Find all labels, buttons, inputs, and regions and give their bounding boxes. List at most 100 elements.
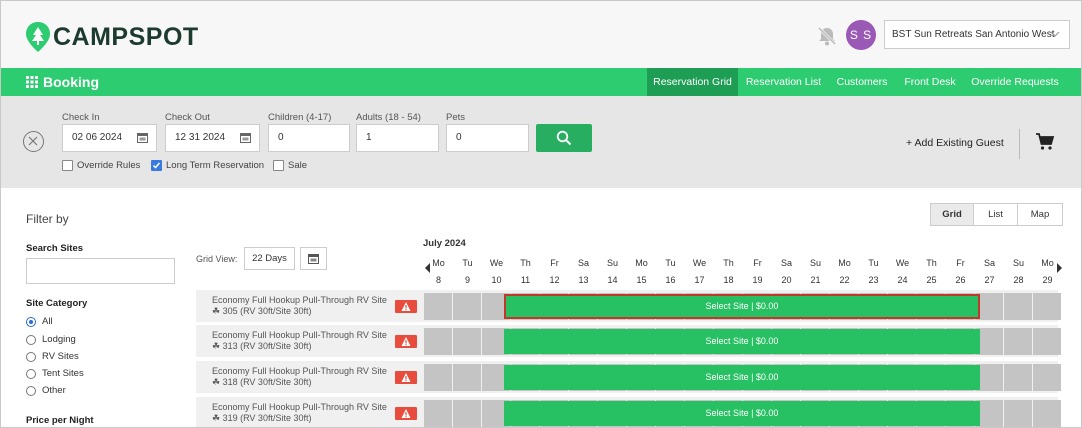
sale-box[interactable] bbox=[273, 160, 284, 171]
booking-navbar: Booking Reservation Grid Reservation Lis… bbox=[1, 68, 1081, 96]
grid-cell[interactable] bbox=[424, 293, 452, 320]
radio-button[interactable] bbox=[26, 316, 36, 327]
grid-cell[interactable] bbox=[1004, 364, 1032, 391]
long-term-reservation-box[interactable] bbox=[151, 160, 162, 171]
override-rules-checkbox[interactable]: Override Rules bbox=[62, 160, 140, 171]
category-all-radio[interactable]: All bbox=[26, 316, 53, 327]
grid-cell[interactable] bbox=[1033, 400, 1061, 427]
grid-cell[interactable] bbox=[453, 293, 481, 320]
select-site-bar[interactable]: Select Site | $0.00 bbox=[504, 294, 980, 319]
tab-override-requests[interactable]: Override Requests bbox=[967, 68, 1063, 96]
radio-button[interactable] bbox=[26, 334, 36, 345]
warning-icon[interactable] bbox=[395, 371, 417, 384]
day-number: 20 bbox=[781, 275, 792, 285]
grid-cell[interactable] bbox=[1004, 328, 1032, 355]
sale-checkbox[interactable]: Sale bbox=[273, 160, 307, 171]
day-name: We bbox=[895, 258, 910, 268]
grid-cell[interactable] bbox=[424, 364, 452, 391]
site-info[interactable]: ☘ 319 (RV 30ft/Site 30ft) bbox=[212, 413, 311, 424]
grid-cell[interactable] bbox=[424, 328, 452, 355]
day-number: 23 bbox=[868, 275, 879, 285]
category-tent-sites-radio[interactable]: Tent Sites bbox=[26, 368, 84, 379]
radio-button[interactable] bbox=[26, 351, 36, 362]
radio-button[interactable] bbox=[26, 368, 36, 379]
calendar-icon bbox=[240, 133, 251, 143]
grid-cell[interactable] bbox=[1004, 400, 1032, 427]
day-number: 19 bbox=[752, 275, 763, 285]
select-site-bar[interactable]: Select Site | $0.00 bbox=[504, 329, 980, 354]
search-sites-label: Search Sites bbox=[26, 243, 84, 254]
site-info[interactable]: ☘ 318 (RV 30ft/Site 30ft) bbox=[212, 377, 311, 388]
grid-cell[interactable] bbox=[424, 400, 452, 427]
grid-cell[interactable] bbox=[1033, 328, 1061, 355]
check-in-field[interactable]: 02 06 2024 bbox=[62, 124, 157, 152]
category-rv-sites-radio[interactable]: RV Sites bbox=[26, 351, 79, 362]
grid-cell[interactable] bbox=[1004, 293, 1032, 320]
warning-icon[interactable] bbox=[395, 300, 417, 313]
day-number: 21 bbox=[810, 275, 821, 285]
grid-cell[interactable] bbox=[453, 364, 481, 391]
day-name: Su bbox=[1012, 258, 1024, 268]
long-term-reservation-checkbox[interactable]: Long Term Reservation bbox=[151, 160, 264, 171]
grid-cell[interactable] bbox=[1033, 293, 1061, 320]
grid-view-label: Grid View: bbox=[196, 254, 238, 264]
select-site-bar[interactable]: Select Site | $0.00 bbox=[504, 401, 980, 426]
adults-field[interactable]: 1 bbox=[356, 124, 439, 152]
user-avatar[interactable]: S S bbox=[846, 20, 876, 50]
pets-field[interactable]: 0 bbox=[446, 124, 529, 152]
tab-reservation-list[interactable]: Reservation List bbox=[742, 68, 825, 96]
sale-label: Sale bbox=[288, 160, 308, 171]
grid-cell[interactable] bbox=[453, 328, 481, 355]
select-site-bar[interactable]: Select Site | $0.00 bbox=[504, 365, 980, 390]
site-type-label[interactable]: Economy Full Hookup Pull-Through RV Site bbox=[212, 295, 387, 305]
cart-icon[interactable] bbox=[1035, 132, 1055, 152]
day-number: 9 bbox=[464, 275, 470, 285]
category-rv-sites-label: RV Sites bbox=[42, 351, 79, 362]
day-name: Mo bbox=[1041, 258, 1054, 268]
day-number: 27 bbox=[984, 275, 995, 285]
day-name: Mo bbox=[838, 258, 851, 268]
warning-icon[interactable] bbox=[395, 335, 417, 348]
check-out-field[interactable]: 12 31 2024 bbox=[165, 124, 260, 152]
search-icon bbox=[556, 130, 572, 146]
view-list-button[interactable]: List bbox=[973, 203, 1018, 226]
add-existing-guest-link[interactable]: + Add Existing Guest bbox=[906, 137, 1004, 149]
view-map-button[interactable]: Map bbox=[1017, 203, 1063, 226]
grid-cell[interactable] bbox=[1033, 364, 1061, 391]
children-field[interactable]: 0 bbox=[268, 124, 350, 152]
booking-title[interactable]: Booking bbox=[26, 74, 99, 90]
category-all-label: All bbox=[42, 316, 53, 327]
site-info[interactable]: ☘ 313 (RV 30ft/Site 30ft) bbox=[212, 341, 311, 352]
search-sites-input[interactable] bbox=[26, 258, 175, 284]
site-type-label[interactable]: Economy Full Hookup Pull-Through RV Site bbox=[212, 402, 387, 412]
category-other-radio[interactable]: Other bbox=[26, 385, 66, 396]
view-grid-button[interactable]: Grid bbox=[930, 203, 974, 226]
day-number: 15 bbox=[636, 275, 647, 285]
site-info-label: 305 (RV 30ft/Site 30ft) bbox=[222, 306, 312, 316]
site-type-label[interactable]: Economy Full Hookup Pull-Through RV Site bbox=[212, 366, 387, 376]
radio-button[interactable] bbox=[26, 385, 36, 396]
clear-search-button[interactable] bbox=[23, 131, 44, 152]
grid-cell[interactable] bbox=[453, 400, 481, 427]
warning-icon[interactable] bbox=[395, 407, 417, 420]
search-button[interactable] bbox=[536, 124, 592, 152]
day-name: Sa bbox=[577, 258, 589, 268]
category-lodging-radio[interactable]: Lodging bbox=[26, 334, 76, 345]
day-name: Fr bbox=[550, 258, 559, 268]
top-header: CAMPSPOT S S BST Sun Retreats San Antoni… bbox=[1, 1, 1081, 68]
day-name: Tu bbox=[462, 258, 473, 268]
campspot-logo[interactable]: CAMPSPOT bbox=[25, 21, 199, 53]
site-type-label[interactable]: Economy Full Hookup Pull-Through RV Site bbox=[212, 330, 387, 340]
tab-front-desk[interactable]: Front Desk bbox=[898, 68, 962, 96]
override-rules-box[interactable] bbox=[62, 160, 73, 171]
checkmark-icon bbox=[152, 162, 161, 169]
check-in-label: Check In bbox=[62, 112, 100, 123]
park-selector[interactable]: BST Sun Retreats San Antonio West bbox=[884, 20, 1070, 49]
day-name: Su bbox=[606, 258, 618, 268]
site-info[interactable]: ☘ 305 (RV 30ft/Site 30ft) bbox=[212, 306, 311, 317]
tab-reservation-grid[interactable]: Reservation Grid bbox=[647, 68, 738, 96]
grid-days-select[interactable]: 22 Days bbox=[244, 247, 295, 270]
calendar-button[interactable] bbox=[300, 247, 327, 270]
notifications-off-icon[interactable] bbox=[816, 25, 838, 47]
tab-customers[interactable]: Customers bbox=[831, 68, 893, 96]
